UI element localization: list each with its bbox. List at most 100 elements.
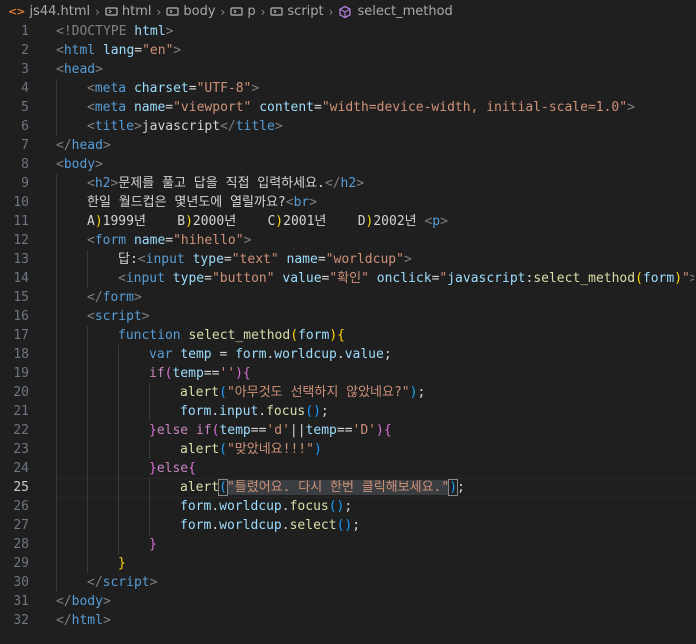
code-token: </: [324, 176, 341, 191]
code-line[interactable]: 31 </body>: [0, 592, 696, 611]
code-token: >: [403, 252, 412, 267]
breadcrumb-item[interactable]: script: [270, 4, 324, 19]
code-token: <: [56, 62, 64, 77]
code-line[interactable]: 14 <input type="button" value="확인" onclic…: [0, 269, 696, 288]
code-area[interactable]: 1 <!DOCTYPE html> 2 <html lang="en"> 3 <head>…: [0, 22, 696, 630]
code-line[interactable]: 28}: [0, 535, 696, 554]
code-line[interactable]: 16 <script>: [0, 307, 696, 326]
code-token: ;: [457, 480, 465, 495]
indent-guide: [56, 174, 57, 193]
breadcrumb-item[interactable]: <> js44.html: [8, 4, 90, 19]
code-token: type: [172, 271, 205, 286]
code-token: meta: [94, 100, 127, 115]
breadcrumb-label: p: [247, 4, 256, 19]
line-number: 4: [21, 81, 29, 96]
code-line[interactable]: 11 A)1999년 B)2000년 C)2001년 D)2002년 <p>: [0, 212, 696, 231]
code-token: input: [145, 252, 185, 267]
code-line[interactable]: 30 </script>: [0, 573, 696, 592]
code-token: ): [185, 214, 193, 229]
code-token: >: [149, 575, 158, 590]
code-token: !DOCTYPE: [63, 24, 135, 39]
code-text: <meta name="viewport" content="width=dev…: [87, 98, 635, 117]
breadcrumb-item[interactable]: p: [230, 4, 256, 19]
indent-guide: [118, 402, 119, 421]
code-line[interactable]: 2 <html lang="en">: [0, 41, 696, 60]
code-line[interactable]: 8 <body>: [0, 155, 696, 174]
code-line[interactable]: 5 <meta name="viewport" content="width=de…: [0, 98, 696, 117]
element-tag-icon: [230, 6, 243, 17]
code-line[interactable]: 22}else if(temp=='d'||temp=='D'){: [0, 421, 696, 440]
code-token: </: [220, 119, 236, 134]
code-line[interactable]: 10 한일 월드컵은 몇년도에 열릴까요?<br>: [0, 193, 696, 212]
code-token: A: [87, 214, 95, 229]
indent-guide: [56, 535, 57, 554]
indent-guide: [118, 383, 119, 402]
code-token: ): [674, 271, 683, 286]
code-token: 'D': [352, 423, 377, 438]
indent-guide: [56, 497, 57, 516]
code-text: <!DOCTYPE html>: [56, 22, 173, 41]
code-token: "아무것도 선택하지 않았네요?": [226, 385, 410, 400]
code-line[interactable]: 21 form.input.focus();: [0, 402, 696, 421]
line-number: 12: [13, 233, 29, 248]
code-token: 2000년 C: [192, 214, 276, 229]
breadcrumb-item[interactable]: html: [105, 4, 152, 19]
code-line[interactable]: 17 function select_method(form){: [0, 326, 696, 345]
code-token: lang: [102, 43, 135, 58]
code-text: <title>javascript</title>: [87, 117, 283, 136]
code-token: .: [281, 499, 290, 514]
code-token: .: [281, 518, 290, 533]
code-token: }: [118, 556, 126, 571]
code-line[interactable]: 4 <meta charset="UTF-8">: [0, 79, 696, 98]
code-line[interactable]: 6 <title>javascript</title>: [0, 117, 696, 136]
chevron-right-icon: ›: [95, 4, 100, 19]
code-text: </html>: [56, 611, 111, 630]
code-line[interactable]: 23 alert("맞았네요!!!"): [0, 440, 696, 459]
code-line[interactable]: 19 if(temp==''){: [0, 364, 696, 383]
indent-guide: [56, 364, 57, 383]
code-line[interactable]: 32 </html>: [0, 611, 696, 630]
code-line[interactable]: 9 <h2>문제를 풀고 답을 직접 입력하세요.</h2>: [0, 174, 696, 193]
code-text: </script>: [87, 573, 157, 592]
code-token: >: [309, 195, 318, 210]
code-text: form.input.focus();: [180, 402, 329, 421]
code-token: .: [211, 404, 220, 419]
code-line[interactable]: 3 <head>: [0, 60, 696, 79]
code-line[interactable]: 12 <form name="hihello">: [0, 231, 696, 250]
code-token: <: [56, 157, 64, 172]
code-line[interactable]: 25 alert("틀렸어요. 다시 한번 클릭해보세요.");: [0, 478, 696, 498]
code-token: p: [432, 214, 441, 229]
line-number: 31: [13, 594, 29, 609]
code-token: form: [642, 271, 675, 286]
chevron-right-icon: ›: [156, 4, 162, 19]
code-line[interactable]: 15 </form>: [0, 288, 696, 307]
code-token: javascript: [447, 271, 526, 286]
breadcrumb-item[interactable]: body: [166, 4, 216, 19]
code-editor[interactable]: <> js44.html › html › body › p › script › select_me…: [0, 0, 696, 644]
code-text: alert("틀렸어요. 다시 한번 클릭해보세요.");: [180, 478, 465, 497]
indent-guide: [118, 535, 119, 554]
code-line[interactable]: 27 form.worldcup.select();: [0, 516, 696, 535]
code-line[interactable]: 20 alert("아무것도 선택하지 않았네요?");: [0, 383, 696, 402]
code-token: focus: [266, 404, 306, 419]
code-line[interactable]: 1 <!DOCTYPE html>: [0, 22, 696, 41]
code-token: html: [134, 24, 166, 39]
code-line[interactable]: 24}else{: [0, 459, 696, 478]
code-token: temp: [172, 366, 204, 381]
line-number: 22: [13, 423, 29, 438]
code-line[interactable]: 13 답:<input type="text" name="worldcup">: [0, 250, 696, 269]
method-cube-icon: [338, 5, 352, 19]
code-line[interactable]: 29}: [0, 554, 696, 573]
breadcrumb-item[interactable]: select_method: [338, 4, 453, 19]
code-token: head: [63, 62, 96, 77]
code-line[interactable]: 26 form.worldcup.focus();: [0, 497, 696, 516]
indent-guide: [118, 440, 119, 459]
code-token: </: [56, 613, 72, 628]
indent-guide: [149, 383, 150, 402]
code-line[interactable]: 7 </head>: [0, 136, 696, 155]
code-token: 2002년: [373, 214, 425, 229]
line-number: 18: [13, 347, 29, 362]
code-line[interactable]: 18 var temp = form.worldcup.value;: [0, 345, 696, 364]
code-token: <: [87, 233, 95, 248]
